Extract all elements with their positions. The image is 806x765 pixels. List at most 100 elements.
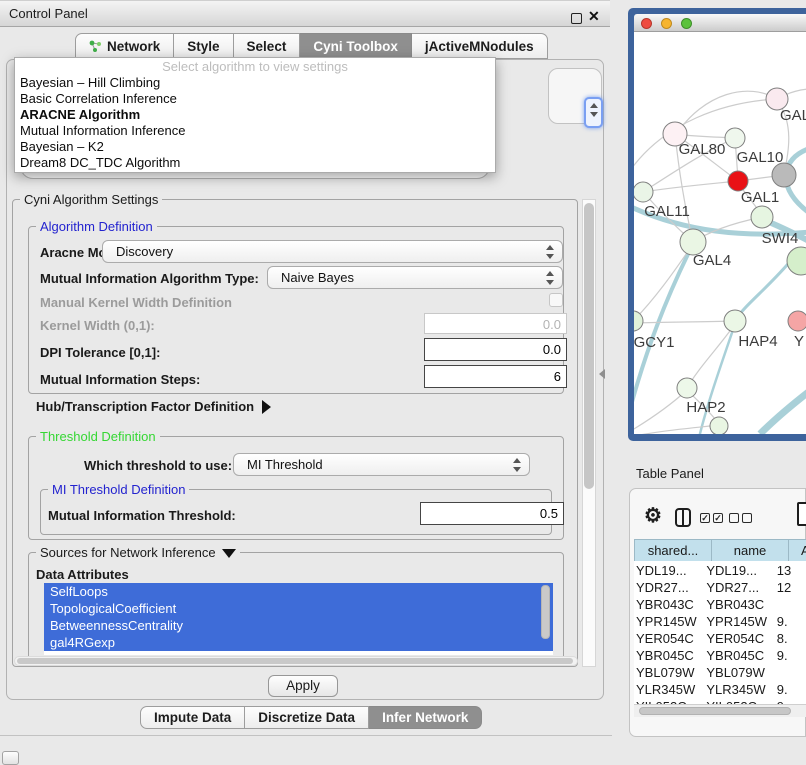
table-row[interactable]: YBR045CYBR045C9.	[636, 648, 806, 663]
tab-discretize-data[interactable]: Discretize Data	[245, 706, 369, 729]
table-row[interactable]: YBR043CYBR043C	[636, 597, 806, 612]
network-node-gal11[interactable]	[634, 182, 653, 202]
table-row[interactable]: YDR27...YDR27...12	[636, 580, 806, 595]
kernel-width-field[interactable]: 0.0	[424, 313, 567, 334]
table-cell: 8.	[777, 631, 806, 646]
network-node-hap4[interactable]	[724, 310, 746, 332]
network-node-swi4[interactable]	[751, 206, 773, 228]
table-cell: YDL19...	[636, 563, 704, 578]
attribute-item-selfloops[interactable]: SelfLoops	[44, 583, 553, 600]
tab-label: Discretize Data	[258, 710, 355, 725]
algorithm-option-bayesian-k2[interactable]: Bayesian – K2	[15, 139, 495, 155]
collapsed-panel-button[interactable]	[2, 751, 19, 765]
algorithm-option-mutual-information-inference[interactable]: Mutual Information Inference	[15, 123, 495, 139]
network-canvas[interactable]: GALGAL80GAL10GAL1GAL11SWI4GAL4GCY1HAP4YH…	[634, 32, 806, 434]
tab-impute-data[interactable]: Impute Data	[140, 706, 245, 729]
apply-button[interactable]: Apply	[268, 675, 338, 697]
gear-icon[interactable]: ⚙	[644, 503, 662, 528]
tab-infer-network[interactable]: Infer Network	[369, 706, 482, 729]
focused-combo-fragment[interactable]	[584, 97, 603, 128]
table-row[interactable]: YBL079WYBL079W	[636, 665, 806, 680]
control-panel-tabs: NetworkStyleSelectCyni ToolboxjActiveMNo…	[75, 33, 548, 59]
aracne-mode-value: Discovery	[116, 244, 173, 259]
network-node[interactable]	[787, 247, 806, 275]
column-header-name[interactable]: name	[712, 540, 789, 562]
table-cell: YBR043C	[706, 597, 774, 612]
scrollbar-thumb[interactable]	[17, 658, 573, 664]
scrollbar-thumb[interactable]	[584, 203, 594, 489]
minimize-button[interactable]	[661, 18, 672, 29]
node-label: GAL10	[737, 149, 784, 166]
network-node[interactable]	[772, 163, 796, 187]
settings-vertical-scrollbar[interactable]	[582, 199, 596, 667]
hub-section-toggle[interactable]: Hub/Transcription Factor Definition	[36, 399, 271, 414]
algorithm-dropdown: Select algorithm to view settings Bayesi…	[14, 57, 496, 173]
network-node-y[interactable]	[788, 311, 806, 331]
sources-group-title[interactable]: Sources for Network Inference	[36, 545, 240, 560]
node-label: Y	[794, 333, 804, 350]
attribute-item-gal4rgexp[interactable]: gal4RGexp	[44, 634, 553, 651]
table-row[interactable]: YLR345WYLR345W9.	[636, 682, 806, 697]
table-cell: YDR27...	[636, 580, 704, 595]
zoom-button[interactable]	[681, 18, 692, 29]
control-panel-titlebar: Control Panel	[0, 0, 610, 27]
algorithm-option-dream8-dc-tdc-algorithm[interactable]: Dream8 DC_TDC Algorithm	[15, 155, 495, 171]
node-table-body: YDL19...YDL19...13 YDR27...YDR27...12 YBR0…	[634, 561, 806, 704]
panel-resize-handle[interactable]	[599, 369, 605, 379]
tab-select[interactable]: Select	[234, 33, 301, 59]
deselect-all-icon[interactable]	[729, 513, 752, 523]
node-label: GAL11	[644, 203, 690, 220]
mi-threshold-field[interactable]: 0.5	[420, 502, 564, 525]
manual-kernel-width-checkbox[interactable]	[549, 293, 563, 307]
network-node-gal1[interactable]	[728, 171, 748, 191]
network-edge	[687, 324, 735, 388]
table-cell	[777, 665, 806, 680]
select-all-icon[interactable]: ✓✓	[700, 513, 723, 523]
split-columns-icon[interactable]	[675, 508, 691, 527]
checked-box-icon: ✓	[713, 513, 723, 523]
spinner-icon	[589, 103, 598, 117]
column-header-shared-[interactable]: shared...	[635, 540, 712, 562]
table-row[interactable]: YPR145WYPR145W9.	[636, 614, 806, 629]
table-horizontal-scrollbar[interactable]	[634, 704, 806, 717]
document-icon[interactable]	[797, 502, 806, 526]
tab-style[interactable]: Style	[174, 33, 233, 59]
algorithm-dropdown-items: Bayesian – Hill ClimbingBasic Correlatio…	[15, 75, 495, 171]
table-row[interactable]: YER054CYER054C8.	[636, 631, 806, 646]
which-threshold-combo[interactable]: MI Threshold	[233, 453, 530, 476]
app-root: { "control_panel": { "title": "Control P…	[0, 0, 806, 762]
algorithm-option-aracne-algorithm[interactable]: ARACNE Algorithm	[15, 107, 495, 123]
algorithm-option-bayesian-hill-climbing[interactable]: Bayesian – Hill Climbing	[15, 75, 495, 91]
close-icon[interactable]: ✕	[588, 8, 600, 25]
network-node-gcy1[interactable]	[634, 311, 643, 331]
mi-algorithm-type-combo[interactable]: Naive Bayes	[267, 266, 563, 289]
tab-jactivemnodules[interactable]: jActiveMNodules	[412, 33, 548, 59]
network-node-gal10[interactable]	[725, 128, 745, 148]
algorithm-option-basic-correlation-inference[interactable]: Basic Correlation Inference	[15, 91, 495, 107]
attribute-list-scrollbar[interactable]	[541, 585, 551, 653]
attribute-item-betweennesscentrality[interactable]: BetweennessCentrality	[44, 617, 553, 634]
node-label: HAP2	[686, 399, 725, 416]
tab-network[interactable]: Network	[75, 33, 174, 59]
dpi-tolerance-field[interactable]: 0.0	[424, 338, 567, 361]
attribute-item-topologicalcoefficient[interactable]: TopologicalCoefficient	[44, 600, 553, 617]
table-cell: YDR27...	[706, 580, 774, 595]
scrollbar-thumb[interactable]	[639, 707, 791, 715]
scrollbar-thumb[interactable]	[541, 585, 550, 639]
tab-cyni-toolbox[interactable]: Cyni Toolbox	[300, 33, 412, 59]
network-node[interactable]	[710, 417, 728, 434]
table-cell: YBL079W	[706, 665, 774, 680]
network-edge	[760, 390, 806, 434]
mi-steps-field[interactable]: 6	[424, 365, 567, 388]
which-threshold-label: Which threshold to use:	[84, 458, 232, 473]
aracne-mode-combo[interactable]: Discovery	[102, 240, 563, 263]
float-window-icon[interactable]	[571, 13, 582, 24]
combo-spinner-icon	[545, 271, 554, 285]
algorithm-definition-title: Algorithm Definition	[36, 219, 157, 234]
network-node-hap2[interactable]	[677, 378, 697, 398]
table-cell: 9.	[777, 648, 806, 663]
settings-horizontal-scrollbar[interactable]	[14, 656, 578, 666]
close-button[interactable]	[641, 18, 652, 29]
table-row[interactable]: YDL19...YDL19...13	[636, 563, 806, 578]
column-header-a[interactable]: A	[789, 540, 806, 562]
